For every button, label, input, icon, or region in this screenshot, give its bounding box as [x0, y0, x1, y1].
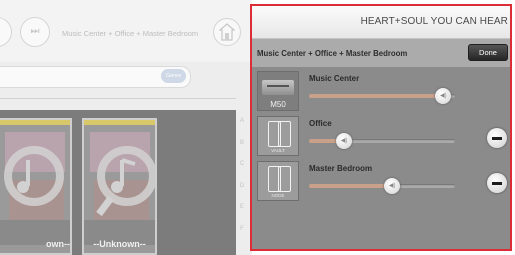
done-button[interactable]: Done [468, 44, 508, 61]
volume-slider[interactable]: ◀) [309, 178, 455, 194]
node-icon: NODE [257, 161, 299, 201]
speaker-icon: ◀) [388, 183, 396, 189]
device-label: M50 [270, 100, 286, 109]
divider [0, 98, 236, 99]
index-letter[interactable]: A [236, 118, 248, 140]
album-title: --Unknown-- [93, 239, 146, 249]
brand-tagline: HEART+SOUL YOU CAN HEAR [360, 16, 508, 27]
vault-icon: VAULT [257, 116, 299, 156]
room-group-panel: HEART+SOUL YOU CAN HEAR Music Center + O… [250, 4, 512, 251]
music-note-icon [96, 146, 155, 217]
speaker-icon: ◀) [340, 138, 348, 144]
screen: ⏭ Music Center + Office + Master Bedroom… [0, 0, 515, 255]
volume-fill [309, 94, 444, 98]
room-list: M50 Music Center ◀) VAULT Office ◀) NODE… [252, 67, 510, 249]
index-letter[interactable]: C [236, 161, 248, 183]
room-name: Music Center [309, 74, 360, 83]
room-row-music-center: M50 Music Center ◀) [252, 71, 510, 115]
group-header: Music Center + Office + Master Bedroom D… [252, 39, 510, 67]
brand-bar: HEART+SOUL YOU CAN HEAR [252, 6, 510, 39]
volume-slider[interactable]: ◀) [309, 88, 455, 104]
index-letter[interactable]: D [236, 183, 248, 205]
m50-speaker-icon: M50 [257, 71, 299, 111]
device-label: NODE [271, 193, 285, 198]
minus-icon [492, 137, 502, 140]
remove-room-button[interactable] [487, 128, 507, 148]
house-icon [219, 23, 235, 41]
index-letter[interactable]: F [236, 226, 248, 248]
device-label: VAULT [271, 148, 285, 153]
group-title: Music Center + Office + Master Bedroom [257, 49, 408, 58]
next-track-button[interactable]: ⏭ [20, 17, 50, 47]
room-row-master-bedroom: NODE Master Bedroom ◀) [252, 161, 510, 205]
genre-button[interactable]: Genre [161, 69, 186, 83]
volume-knob[interactable]: ◀) [336, 133, 353, 149]
volume-knob[interactable]: ◀) [435, 88, 452, 104]
remove-room-button[interactable] [487, 173, 507, 193]
index-letter[interactable]: E [236, 204, 248, 226]
music-note-icon [4, 146, 64, 206]
background-app: ⏭ Music Center + Office + Master Bedroom… [0, 0, 252, 255]
minus-icon [492, 182, 502, 185]
album-tile[interactable]: --Unknown-- [82, 118, 157, 255]
room-grouping-button[interactable] [213, 18, 241, 46]
volume-fill [309, 184, 393, 188]
room-name: Master Bedroom [309, 164, 373, 173]
room-row-office: VAULT Office ◀) [252, 116, 510, 160]
volume-slider[interactable]: ◀) [309, 133, 455, 149]
room-name: Office [309, 119, 332, 128]
album-title: own-- [46, 239, 70, 249]
alphabet-index[interactable]: A B C D E F [236, 118, 248, 247]
index-letter[interactable]: B [236, 140, 248, 162]
speaker-icon: ◀) [440, 93, 447, 99]
volume-knob[interactable]: ◀) [384, 178, 401, 194]
now-playing-rooms-label: Music Center + Office + Master Bedroom [62, 29, 199, 38]
album-tile[interactable]: own-- [0, 118, 72, 255]
